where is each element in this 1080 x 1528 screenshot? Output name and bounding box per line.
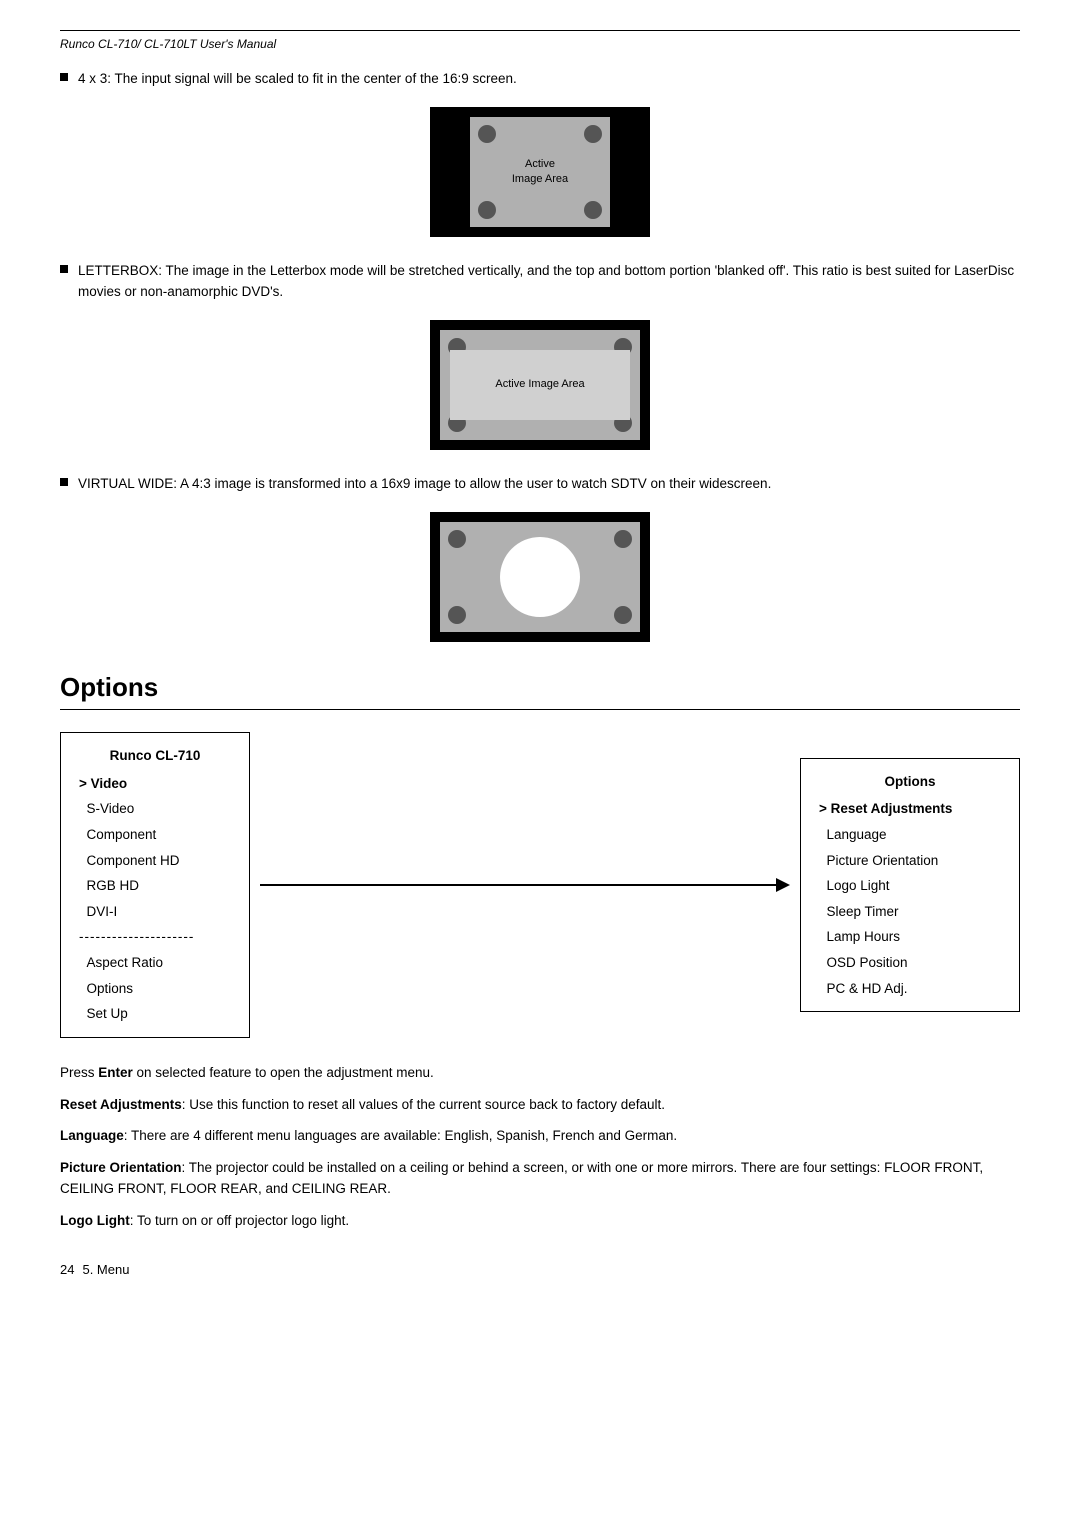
right-menu-item-pchd[interactable]: PC & HD Adj. (819, 976, 1001, 1002)
active-label-1: ActiveImage Area (512, 157, 568, 188)
corner-dot-1-tl (478, 125, 496, 143)
left-menu-item-setup[interactable]: Set Up (79, 1001, 231, 1027)
corner-dot-1-bl (478, 201, 496, 219)
menu-area: Runco CL-710 > Video S-Video Component C… (60, 732, 1020, 1038)
arrow-line (260, 878, 790, 892)
right-menu-title: Options (819, 769, 1001, 795)
corner-dot-3-tr (614, 530, 632, 548)
footer-chapter: 5. Menu (82, 1262, 129, 1277)
left-menu-item-component[interactable]: Component (79, 822, 231, 848)
footer-page-number: 24 (60, 1262, 74, 1277)
bullet-square-2 (60, 265, 68, 273)
bullet-item-2: LETTERBOX: The image in the Letterbox mo… (60, 261, 1020, 302)
left-menu-item-options[interactable]: Options (79, 976, 231, 1002)
screen-inner-3 (440, 522, 640, 632)
bullet-square-1 (60, 73, 68, 81)
footer: 24 5. Menu (60, 1262, 1020, 1277)
left-menu-item-aspectratio[interactable]: Aspect Ratio (79, 950, 231, 976)
diagram-1: ActiveImage Area (60, 107, 1020, 237)
left-menu-divider: --------------------- (79, 924, 231, 950)
screen-diag-2: Active Image Area (430, 320, 650, 450)
screen-inner-2: Active Image Area (440, 330, 640, 440)
screen-diag-3 (430, 512, 650, 642)
desc-enter: Press Enter on selected feature to open … (60, 1062, 1020, 1084)
right-menu-item-logolight[interactable]: Logo Light (819, 873, 1001, 899)
right-menu-item-osdposition[interactable]: OSD Position (819, 950, 1001, 976)
corner-dot-1-br (584, 201, 602, 219)
right-menu-item-pictureorientation[interactable]: Picture Orientation (819, 848, 1001, 874)
desc-reset: Reset Adjustments: Use this function to … (60, 1094, 1020, 1116)
left-menu-item-rgbhd[interactable]: RGB HD (79, 873, 231, 899)
right-menu-box: Options > Reset Adjustments Language Pic… (800, 758, 1020, 1013)
bullet-text-2: LETTERBOX: The image in the Letterbox mo… (78, 261, 1020, 302)
screen-inner-1: ActiveImage Area (470, 117, 610, 227)
desc-picture-orientation: Picture Orientation: The projector could… (60, 1157, 1020, 1200)
header-rule (60, 30, 1020, 31)
desc-logo-light: Logo Light: To turn on or off projector … (60, 1210, 1020, 1232)
right-menu-item-language[interactable]: Language (819, 822, 1001, 848)
right-menu-item-lamphours[interactable]: Lamp Hours (819, 924, 1001, 950)
corner-dot-1-tr (584, 125, 602, 143)
arrow-head (776, 878, 790, 892)
right-menu-item-reset[interactable]: > Reset Adjustments (819, 796, 1001, 822)
left-menu-item-svideo[interactable]: S-Video (79, 796, 231, 822)
left-menu-item-video[interactable]: > Video (79, 771, 231, 797)
active-label-2: Active Image Area (495, 377, 584, 392)
left-menu-title: Runco CL-710 (79, 743, 231, 769)
screen-diag-1: ActiveImage Area (430, 107, 650, 237)
bullet-text-3: VIRTUAL WIDE: A 4:3 image is transformed… (78, 474, 771, 494)
desc-language: Language: There are 4 different menu lan… (60, 1125, 1020, 1147)
corner-dot-3-br (614, 606, 632, 624)
bullet-item-3: VIRTUAL WIDE: A 4:3 image is transformed… (60, 474, 1020, 494)
circle-content (500, 537, 580, 617)
diagram-2: Active Image Area (60, 320, 1020, 450)
arrow-line-bar (260, 884, 776, 886)
left-menu-box: Runco CL-710 > Video S-Video Component C… (60, 732, 250, 1038)
bullet-square-3 (60, 478, 68, 486)
left-menu-item-dvii[interactable]: DVI-I (79, 899, 231, 925)
corner-dot-3-bl (448, 606, 466, 624)
options-heading: Options (60, 672, 1020, 710)
bullet-item-1: 4 x 3: The input signal will be scaled t… (60, 69, 1020, 89)
diagram-3 (60, 512, 1020, 642)
right-menu-item-sleeptimer[interactable]: Sleep Timer (819, 899, 1001, 925)
bullet-text-1: 4 x 3: The input signal will be scaled t… (78, 69, 517, 89)
letterbox-content: Active Image Area (450, 350, 630, 420)
left-menu-item-componenthd[interactable]: Component HD (79, 848, 231, 874)
corner-dot-3-tl (448, 530, 466, 548)
header-title: Runco CL-710/ CL-710LT User's Manual (60, 37, 1020, 51)
